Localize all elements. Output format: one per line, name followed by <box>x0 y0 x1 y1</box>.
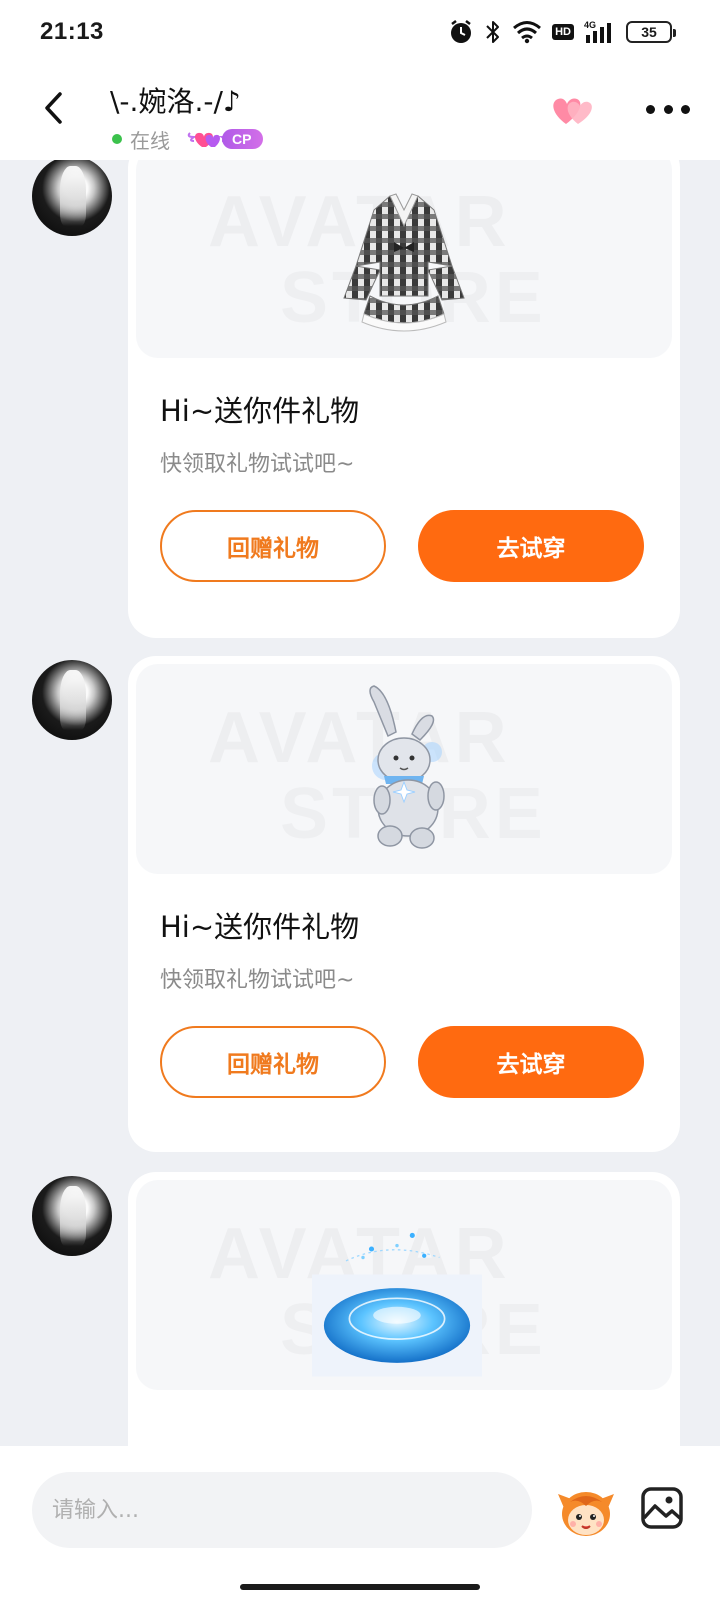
chat-header: \-.婉洛.-/♪ 在线 CP <box>0 64 720 160</box>
plaid-dress-icon <box>343 193 465 332</box>
more-options-button[interactable] <box>646 94 690 124</box>
back-button[interactable] <box>30 84 78 132</box>
contact-name[interactable]: \-.婉洛.-/♪ <box>110 80 241 120</box>
more-dot-icon <box>646 104 655 114</box>
message-composer <box>0 1446 720 1600</box>
hd-badge: HD <box>552 24 574 40</box>
sender-avatar[interactable] <box>32 660 112 740</box>
status-bar: 21:13 HD 4G 35 <box>0 0 720 64</box>
gift-image-frame[interactable]: AVATAR STORE <box>136 1180 672 1390</box>
status-icons: HD 4G 35 <box>448 16 676 48</box>
online-status: 在线 <box>130 128 170 153</box>
sender-avatar[interactable] <box>32 1176 112 1256</box>
bunny-plush-icon <box>369 685 445 849</box>
image-picker-icon[interactable] <box>640 1486 684 1530</box>
signal-icon: 4G <box>584 20 611 43</box>
wifi-icon <box>513 21 542 44</box>
gift-message-card: AVATAR STORE Hi~送你件礼 <box>128 160 680 638</box>
mascot-emoji-icon[interactable] <box>556 1486 616 1538</box>
gift-message-card: AVATAR STORE <box>128 1172 680 1446</box>
gift-subtitle: 快领取礼物试试吧~ <box>160 452 355 477</box>
more-dot-icon <box>663 104 673 114</box>
gift-title: Hi~送你件礼物 <box>160 394 360 428</box>
svg-text:4G: 4G <box>584 20 596 30</box>
bluetooth-icon <box>486 21 500 43</box>
return-gift-button[interactable]: 回赠礼物 <box>160 1026 386 1098</box>
gift-message-card: AVATAR STORE Hi~送你件礼物 快 <box>128 656 680 1152</box>
intimacy-hearts-icon[interactable] <box>548 92 598 128</box>
chat-message-list[interactable]: AVATAR STORE Hi~送你件礼 <box>0 160 720 1446</box>
cp-label: CP <box>222 129 264 149</box>
return-gift-button[interactable]: 回赠礼物 <box>160 510 386 582</box>
gift-image-frame[interactable]: AVATAR STORE <box>136 160 672 358</box>
sender-avatar[interactable] <box>32 160 112 236</box>
status-time: 21:13 <box>40 18 104 45</box>
chevron-left-icon <box>45 92 62 124</box>
home-indicator <box>240 1584 480 1590</box>
cp-badge[interactable]: CP <box>186 127 264 151</box>
try-on-button[interactable]: 去试穿 <box>418 510 644 582</box>
online-dot-icon <box>112 134 122 144</box>
alarm-icon <box>451 20 472 43</box>
battery-indicator: 35 <box>626 21 676 43</box>
gift-subtitle: 快领取礼物试试吧~ <box>160 968 355 993</box>
more-dot-icon <box>681 104 690 114</box>
gift-title: Hi~送你件礼物 <box>160 910 360 944</box>
magic-platform-icon <box>312 1232 482 1377</box>
message-input[interactable] <box>32 1472 532 1548</box>
presence-row: 在线 CP <box>112 126 264 153</box>
gift-image-frame[interactable]: AVATAR STORE <box>136 664 672 874</box>
try-on-button[interactable]: 去试穿 <box>418 1026 644 1098</box>
